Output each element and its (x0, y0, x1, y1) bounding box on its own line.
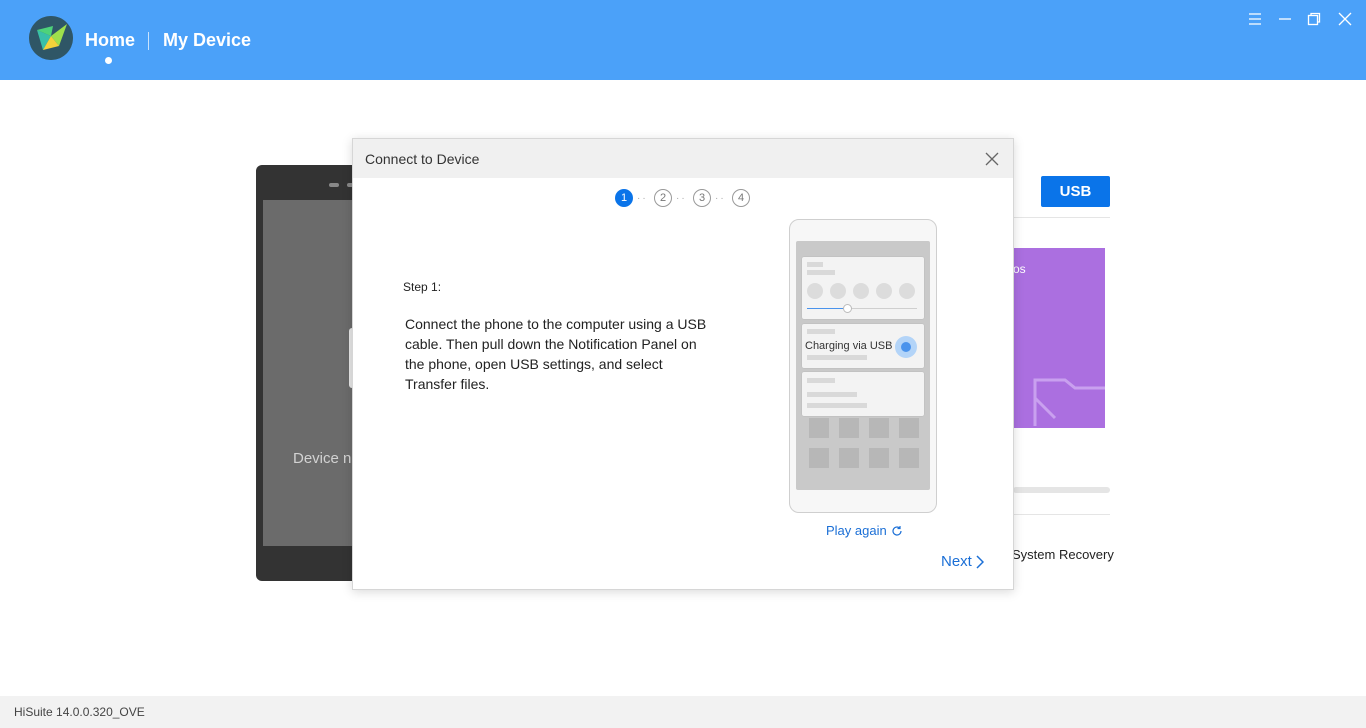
dialog-header: Connect to Device (353, 139, 1013, 178)
feature-card[interactable]: os (1013, 248, 1105, 428)
connect-dialog: Connect to Device 1 ·· 2 ·· 3 ·· 4 Step … (352, 138, 1014, 590)
usb-button[interactable]: USB (1041, 176, 1110, 207)
folder-icon (1033, 378, 1105, 426)
step-2: 2 (654, 189, 672, 207)
status-bar: HiSuite 14.0.0.320_OVE (0, 696, 1366, 728)
step-4: 4 (732, 189, 750, 207)
title-bar: Home My Device (0, 0, 1366, 80)
next-button[interactable]: Next (941, 553, 984, 570)
nav-home[interactable]: Home (85, 30, 135, 51)
step-connector: ·· (715, 193, 726, 204)
version-text: HiSuite 14.0.0.320_OVE (14, 705, 145, 719)
play-again-label: Play again (826, 523, 887, 538)
dialog-title: Connect to Device (365, 151, 480, 167)
divider (1013, 217, 1110, 218)
storage-progress-bar (1013, 487, 1110, 493)
play-again-link[interactable]: Play again (826, 523, 903, 538)
step-1: 1 (615, 189, 633, 207)
divider (1013, 514, 1110, 515)
step-connector: ·· (637, 193, 648, 204)
nav-divider (148, 32, 149, 50)
next-label: Next (941, 553, 972, 570)
step-label: Step 1: (403, 280, 442, 294)
chevron-right-icon (976, 554, 984, 569)
touch-indicator (895, 336, 917, 358)
menu-icon[interactable] (1244, 9, 1266, 29)
restore-icon[interactable] (1303, 9, 1325, 29)
notification-panel (802, 372, 924, 416)
refresh-icon (892, 525, 902, 536)
step-connector: ·· (676, 193, 687, 204)
device-status-text: Device no (293, 450, 360, 467)
dialog-close-icon[interactable] (983, 150, 1001, 168)
nav-my-device[interactable]: My Device (163, 30, 251, 51)
app-logo-icon (29, 16, 73, 60)
close-icon[interactable] (1334, 9, 1356, 29)
usb-notification-panel: Charging via USB (802, 324, 924, 368)
minimize-icon[interactable] (1274, 9, 1296, 29)
feature-card-label: os (1013, 262, 1026, 276)
charging-text: Charging via USB (805, 340, 893, 352)
quick-settings-panel (802, 257, 924, 319)
step-description: Connect the phone to the computer using … (405, 316, 707, 392)
step-3: 3 (693, 189, 711, 207)
phone-illustration-screen: Charging via USB (796, 241, 930, 490)
phone-illustration: Charging via USB (789, 219, 937, 513)
app-window: Home My Device Device no USB os System R… (0, 0, 1366, 728)
nav-active-indicator (105, 57, 112, 64)
system-recovery-link[interactable]: System Recovery (1012, 547, 1114, 562)
step-indicator: 1 ·· 2 ·· 3 ·· 4 (615, 189, 755, 207)
device-speaker (329, 183, 339, 187)
